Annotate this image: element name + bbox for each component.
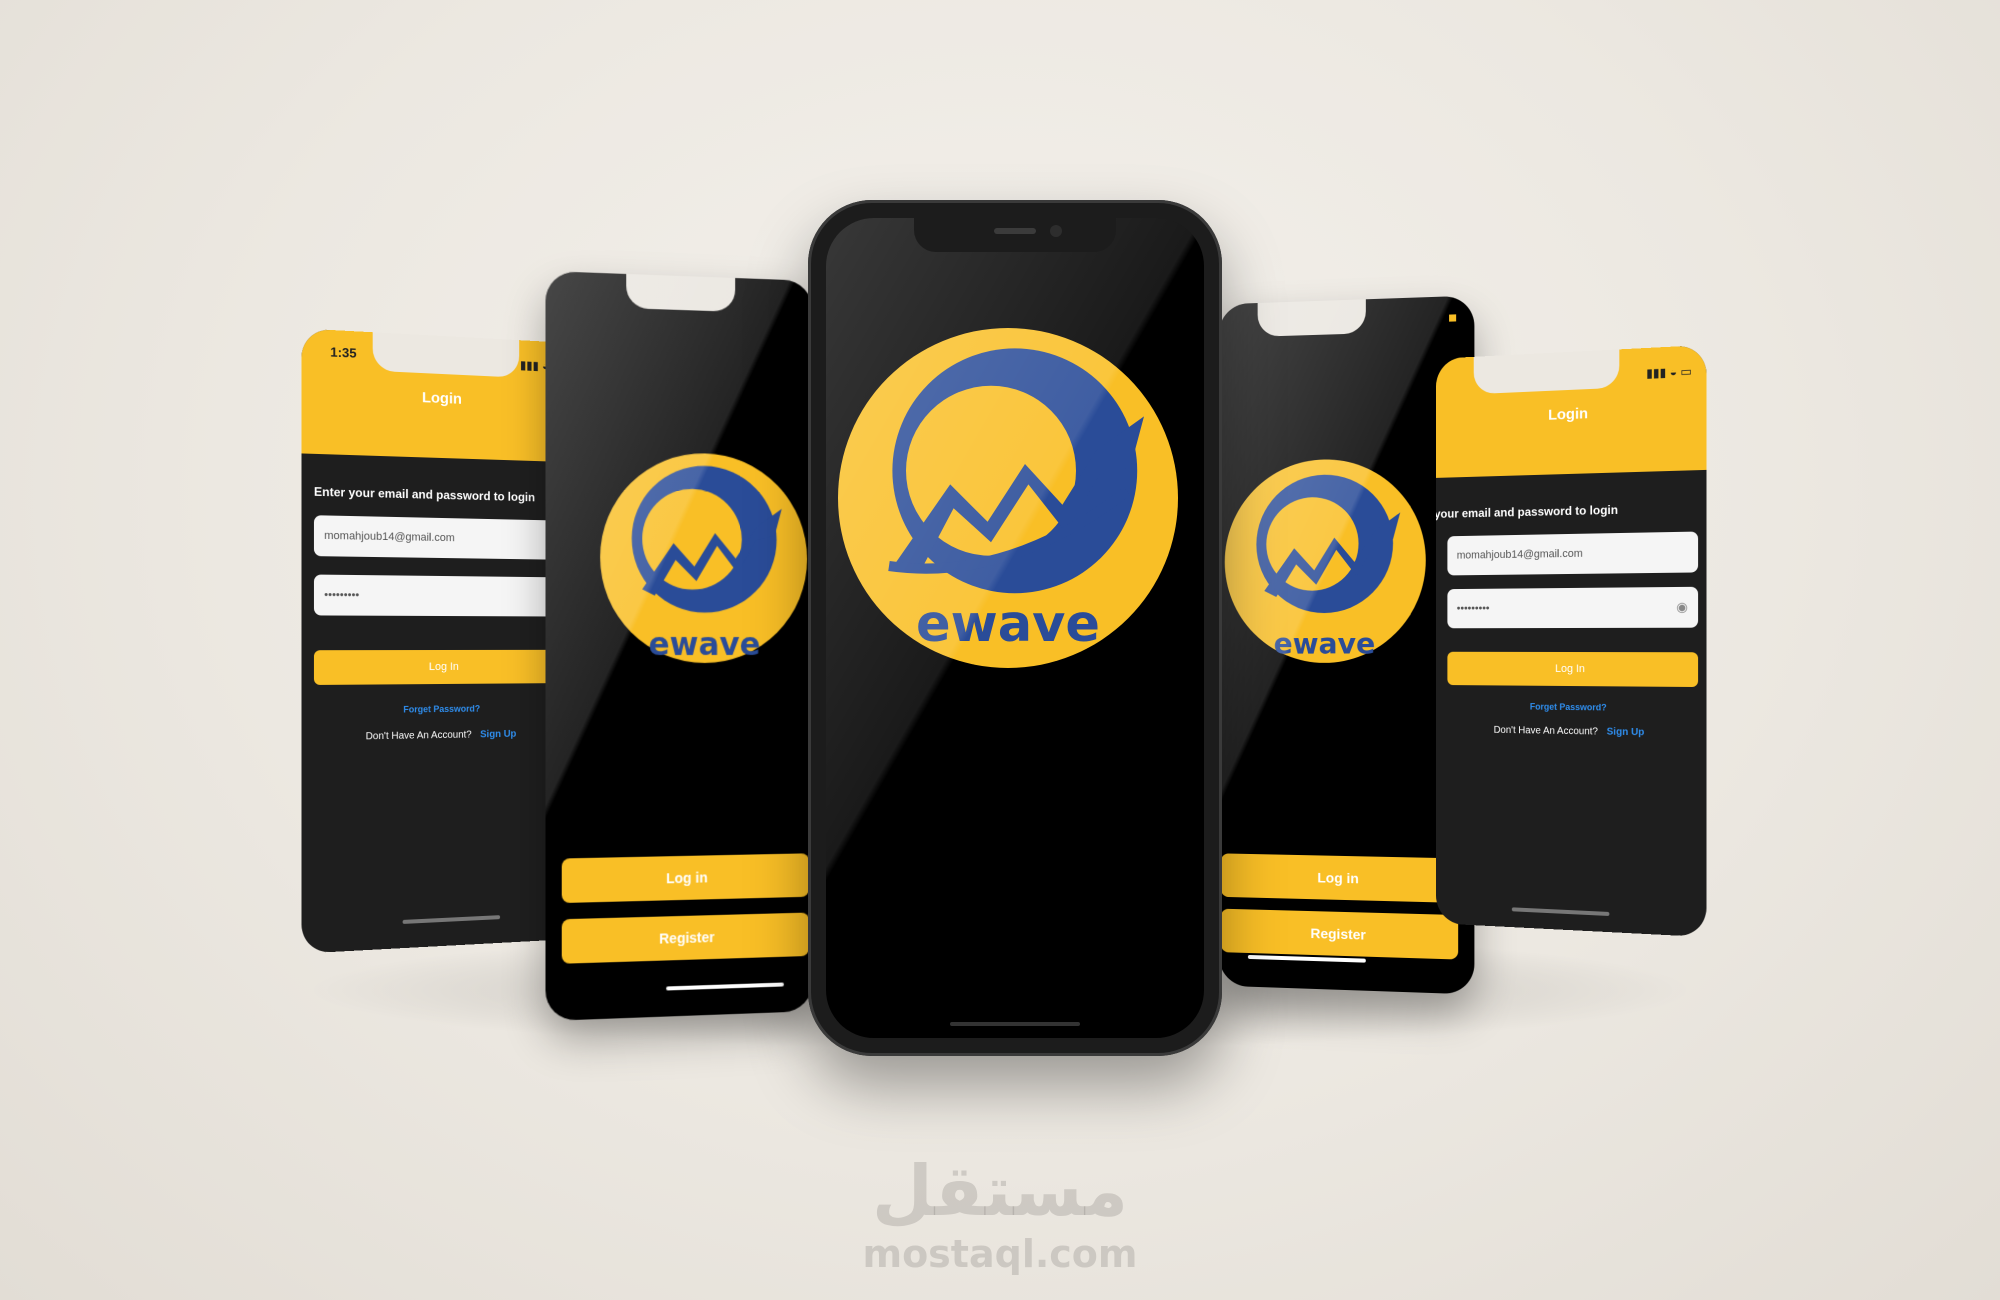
notch <box>1257 299 1366 337</box>
forgot-password-link[interactable]: Forget Password? <box>1436 701 1706 714</box>
status-time: 1:35 <box>330 344 357 361</box>
signup-link[interactable]: Sign Up <box>1607 727 1645 739</box>
logo-text: ewave <box>916 595 1100 654</box>
no-account-text: Don't Have An Account? <box>365 729 472 743</box>
login-subtitle: Enter your email and password to login <box>1436 502 1619 522</box>
register-button[interactable]: Register <box>1220 908 1459 960</box>
login-form: Enter your email and password to login m… <box>302 453 576 953</box>
watermark-arabic: مستقل <box>871 1150 1128 1232</box>
password-field[interactable]: ••••••••• <box>313 574 569 617</box>
notch <box>372 332 520 378</box>
password-field[interactable]: ••••••••• ◉ <box>1447 586 1699 629</box>
ewave-logo: ewave <box>600 451 808 664</box>
home-indicator <box>1511 907 1610 917</box>
logo-text: ewave <box>648 627 760 663</box>
login-subtitle: Enter your email and password to login <box>313 484 536 505</box>
battery-icon: ▮▮▮ ◒ ▭ <box>1646 364 1692 381</box>
home-indicator <box>666 982 784 991</box>
center-splash-screen: ewave <box>826 218 1204 1038</box>
right-login-phone: ▮▮▮ ◒ ▭ Login Enter your email and passw… <box>1430 344 1707 938</box>
signup-row: Don't Have An Account? Sign Up <box>302 728 576 744</box>
left-splash-phone: ewave Log in Register <box>545 270 816 1022</box>
login-button[interactable]: Log In <box>1447 651 1699 688</box>
battery-icon <box>1449 314 1457 322</box>
notch <box>1473 349 1620 395</box>
home-indicator <box>402 915 501 924</box>
login-button[interactable]: Log in <box>1220 853 1459 903</box>
email-field[interactable]: momahjoub14@gmail.com <box>313 515 569 560</box>
watermark-latin: mostaql.com <box>862 1232 1138 1276</box>
speaker-grille <box>994 228 1036 234</box>
ewave-logo: ewave <box>1224 457 1426 664</box>
login-button[interactable]: Log In <box>313 649 569 685</box>
splash-screen: ewave Log in Register <box>545 270 813 1022</box>
login-button[interactable]: Log in <box>561 853 810 904</box>
notch <box>626 273 736 312</box>
notch <box>914 218 1116 252</box>
left-login-phone: 1:35 ▮▮▮ ◒ ▭ Login Enter your email and … <box>301 328 582 954</box>
page-title: Login <box>1548 405 1589 424</box>
forgot-password-link[interactable]: Forget Password? <box>302 703 576 716</box>
login-form: Enter your email and password to login m… <box>1436 470 1706 937</box>
login-screen: ▮▮▮ ◒ ▭ Login Enter your email and passw… <box>1436 344 1707 938</box>
signup-row: Don't Have An Account? Sign Up <box>1436 724 1706 739</box>
login-screen: 1:35 ▮▮▮ ◒ ▭ Login Enter your email and … <box>301 328 576 954</box>
eye-icon[interactable]: ◉ <box>1676 587 1688 628</box>
password-value: ••••••••• <box>1456 602 1490 615</box>
no-account-text: Don't Have An Account? <box>1493 724 1598 738</box>
page-title: Login <box>421 389 462 408</box>
home-indicator <box>950 1022 1080 1026</box>
logo-text: ewave <box>1274 627 1375 660</box>
ewave-logo: ewave <box>838 328 1178 668</box>
signup-link[interactable]: Sign Up <box>480 729 516 740</box>
register-button[interactable]: Register <box>561 912 810 964</box>
front-camera <box>1050 225 1062 237</box>
email-field[interactable]: momahjoub14@gmail.com <box>1447 531 1699 576</box>
